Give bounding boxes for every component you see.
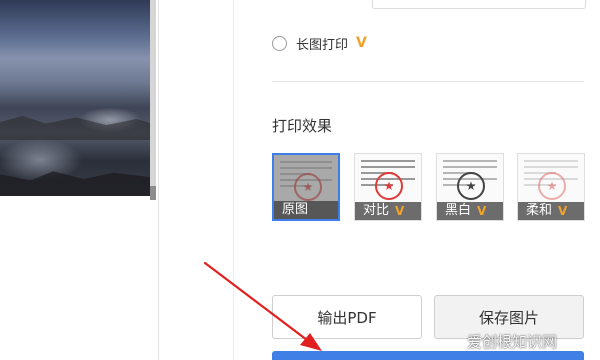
vip-icon: V — [356, 35, 367, 51]
effect-label: 柔和 — [526, 203, 553, 218]
effect-label: 原图 — [282, 202, 309, 217]
vip-icon: V — [395, 204, 405, 218]
section-divider — [272, 81, 584, 82]
stamp-icon: ★ — [538, 172, 566, 200]
preview-pane — [0, 0, 159, 360]
panel-divider — [233, 0, 234, 360]
effect-label: 对比 — [363, 203, 390, 218]
effect-caption: 原图 — [274, 201, 338, 219]
stamp-icon: ★ — [375, 172, 403, 200]
export-pdf-button[interactable]: 输出PDF — [272, 295, 422, 339]
watermark: 爱创根知识网 — [467, 333, 558, 351]
preview-scrollbar-thumb[interactable] — [150, 186, 156, 200]
long-image-label: 长图打印 — [296, 37, 349, 53]
effect-soft[interactable]: ★ 柔和 V — [517, 153, 585, 221]
stamp-icon: ★ — [457, 172, 485, 200]
effect-black-white[interactable]: ★ 黑白 V — [436, 153, 504, 221]
vip-icon: V — [477, 204, 487, 218]
effect-caption: 黑白 V — [437, 202, 503, 220]
effect-original[interactable]: ★ 原图 — [272, 153, 340, 221]
long-image-option[interactable]: 长图打印 V — [272, 33, 367, 53]
effect-label: 黑白 — [445, 203, 472, 218]
effect-caption: 对比 V — [355, 202, 421, 220]
top-field[interactable] — [372, 0, 586, 9]
preview-scrollbar[interactable] — [150, 0, 156, 200]
print-button[interactable] — [272, 351, 584, 360]
effect-caption: 柔和 V — [518, 202, 584, 220]
print-effect-title: 打印效果 — [272, 117, 333, 135]
long-image-radio[interactable] — [272, 35, 287, 51]
effect-contrast[interactable]: ★ 对比 V — [354, 153, 422, 221]
preview-photo — [0, 0, 152, 196]
vip-icon: V — [558, 204, 568, 218]
